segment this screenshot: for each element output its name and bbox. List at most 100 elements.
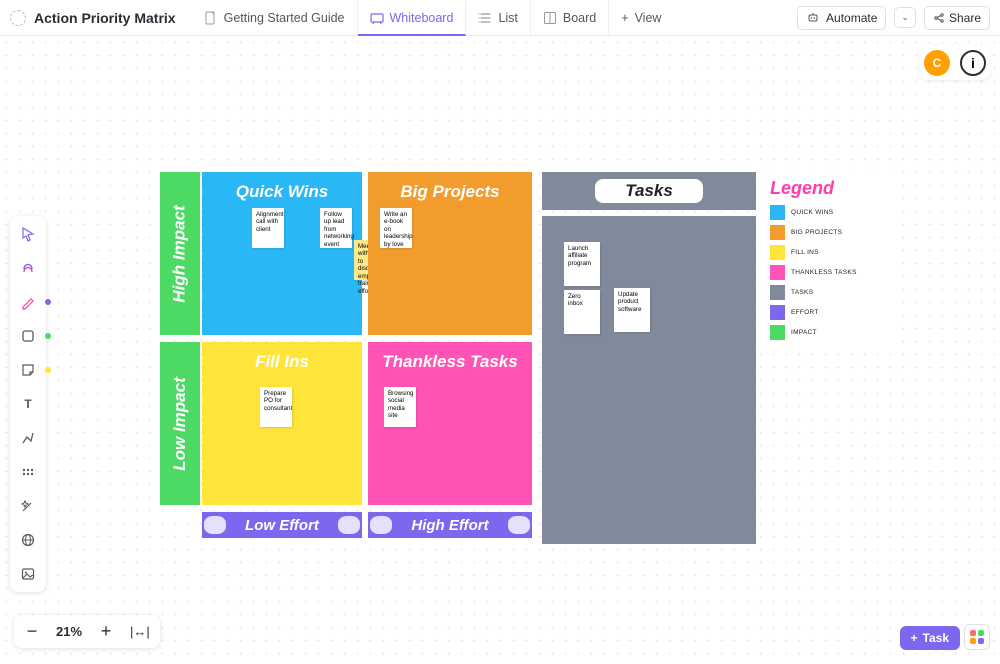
view-tabs: Getting Started Guide Whiteboard List Bo… — [192, 0, 674, 35]
sticky-note[interactable]: Write an e-book on leadership by love — [380, 208, 412, 248]
sticky-note[interactable]: Prepare PO for consultant — [260, 387, 292, 427]
tab-label: List — [498, 11, 517, 25]
legend-item: IMPACT — [770, 322, 888, 342]
tool-web[interactable] — [14, 526, 42, 554]
legend-swatch — [770, 305, 785, 320]
tool-ai[interactable] — [14, 254, 42, 282]
matrix-board: High Impact Low Impact Quick Wins Alignm… — [160, 172, 900, 542]
legend-swatch — [770, 245, 785, 260]
add-view-label: View — [635, 11, 662, 25]
tab-whiteboard[interactable]: Whiteboard — [358, 1, 467, 36]
quadrant-title: Quick Wins — [202, 172, 362, 206]
tool-text[interactable]: T — [14, 390, 42, 418]
quadrant-fill-ins[interactable]: Fill Ins Prepare PO for consultant — [202, 342, 362, 505]
whiteboard-icon — [370, 11, 384, 25]
axis-low-impact: Low Impact — [160, 342, 200, 505]
legend-swatch — [770, 325, 785, 340]
header: Action Priority Matrix Getting Started G… — [0, 0, 1000, 36]
left-toolbar: T — [10, 216, 46, 592]
app-dot — [978, 630, 984, 636]
legend-label: TASKS — [791, 289, 813, 296]
sticky-note[interactable]: Update product software — [614, 288, 650, 332]
axis-low-effort: Low Effort — [202, 512, 362, 538]
tab-list[interactable]: List — [466, 0, 530, 35]
legend-swatch — [770, 265, 785, 280]
quadrant-thankless[interactable]: Thankless Tasks Browsing social media si… — [368, 342, 532, 505]
plus-icon: + — [101, 621, 112, 641]
info-button[interactable]: i — [960, 50, 986, 76]
legend-item: THANKLESS TASKS — [770, 262, 888, 282]
share-button[interactable]: Share — [924, 6, 990, 30]
axis-label: High Impact — [170, 205, 190, 302]
tab-getting-started[interactable]: Getting Started Guide — [192, 0, 358, 35]
app-dot — [978, 638, 984, 644]
legend-label: IMPACT — [791, 329, 817, 336]
tab-board[interactable]: Board — [531, 0, 609, 35]
legend-item: TASKS — [770, 282, 888, 302]
legend-item: QUICK WINS — [770, 202, 888, 222]
axis-label: High Effort — [411, 517, 488, 534]
sticky-note[interactable]: Launch affiliate program — [564, 242, 600, 286]
legend-label: THANKLESS TASKS — [791, 269, 857, 276]
tasks-title: Tasks — [595, 179, 703, 203]
tasks-panel[interactable]: Launch affiliate program Zero inbox Upda… — [542, 216, 756, 544]
zoom-in-button[interactable]: + — [98, 621, 114, 642]
doc-icon — [204, 11, 218, 25]
tab-label: Whiteboard — [390, 11, 454, 25]
quadrant-title: Big Projects — [368, 172, 532, 206]
legend-label: QUICK WINS — [791, 209, 833, 216]
add-view-button[interactable]: + View — [609, 11, 673, 25]
plus-icon: + — [621, 11, 628, 25]
quadrant-big-projects[interactable]: Big Projects Write an e-book on leadersh… — [368, 172, 532, 335]
legend-label: FILL INS — [791, 249, 819, 256]
apps-button[interactable] — [964, 624, 990, 650]
chevron-down-icon: ⌄ — [901, 12, 909, 23]
automate-dropdown[interactable]: ⌄ — [894, 7, 916, 28]
automate-button[interactable]: Automate — [797, 6, 886, 30]
legend-swatch — [770, 205, 785, 220]
legend-swatch — [770, 285, 785, 300]
title-area: Action Priority Matrix — [10, 10, 188, 26]
fit-icon: |↔| — [130, 624, 150, 639]
app-dot — [970, 630, 976, 636]
tab-label: Getting Started Guide — [224, 11, 345, 25]
share-icon — [933, 12, 945, 24]
fit-to-screen-button[interactable]: |↔| — [130, 624, 150, 639]
board-icon — [543, 11, 557, 25]
tool-sticky[interactable] — [14, 356, 42, 384]
quadrant-title: Fill Ins — [202, 342, 362, 376]
robot-icon — [806, 11, 820, 25]
tool-connector[interactable] — [14, 424, 42, 452]
avatar[interactable]: C — [924, 50, 950, 76]
sticky-note[interactable]: Zero inbox — [564, 290, 600, 334]
tool-image[interactable] — [14, 560, 42, 588]
legend-item: BIG PROJECTS — [770, 222, 888, 242]
tool-color-indicator — [45, 333, 51, 339]
sticky-note[interactable]: Follow up lead from networking event — [320, 208, 352, 248]
automate-label: Automate — [826, 11, 877, 25]
legend-title: Legend — [770, 178, 888, 202]
zoom-out-button[interactable]: − — [24, 621, 40, 642]
legend-swatch — [770, 225, 785, 240]
axis-high-impact: High Impact — [160, 172, 200, 335]
tool-shape[interactable] — [14, 322, 42, 350]
presence-panel: C i — [920, 46, 990, 80]
zoom-controls: − 21% + |↔| — [14, 615, 160, 648]
tool-more[interactable] — [14, 458, 42, 486]
tool-magic[interactable] — [14, 492, 42, 520]
axis-high-effort: High Effort — [368, 512, 532, 538]
sticky-note[interactable]: Browsing social media site — [384, 387, 416, 427]
whiteboard-canvas[interactable]: C i T High Impact Low Impact Quick Wins … — [0, 36, 1000, 664]
tool-color-indicator — [45, 299, 51, 305]
app-dot — [970, 638, 976, 644]
tool-pen[interactable] — [14, 288, 42, 316]
legend-item: FILL INS — [770, 242, 888, 262]
plus-icon: + — [911, 631, 918, 645]
sticky-note[interactable]: Alignment call with client — [252, 208, 284, 248]
header-right: Automate ⌄ Share — [797, 6, 990, 30]
tool-select[interactable] — [14, 220, 42, 248]
tab-label: Board — [563, 11, 596, 25]
quadrant-quick-wins[interactable]: Quick Wins Alignment call with client Fo… — [202, 172, 362, 335]
new-task-button[interactable]: + Task — [900, 626, 960, 650]
zoom-value[interactable]: 21% — [56, 624, 82, 639]
